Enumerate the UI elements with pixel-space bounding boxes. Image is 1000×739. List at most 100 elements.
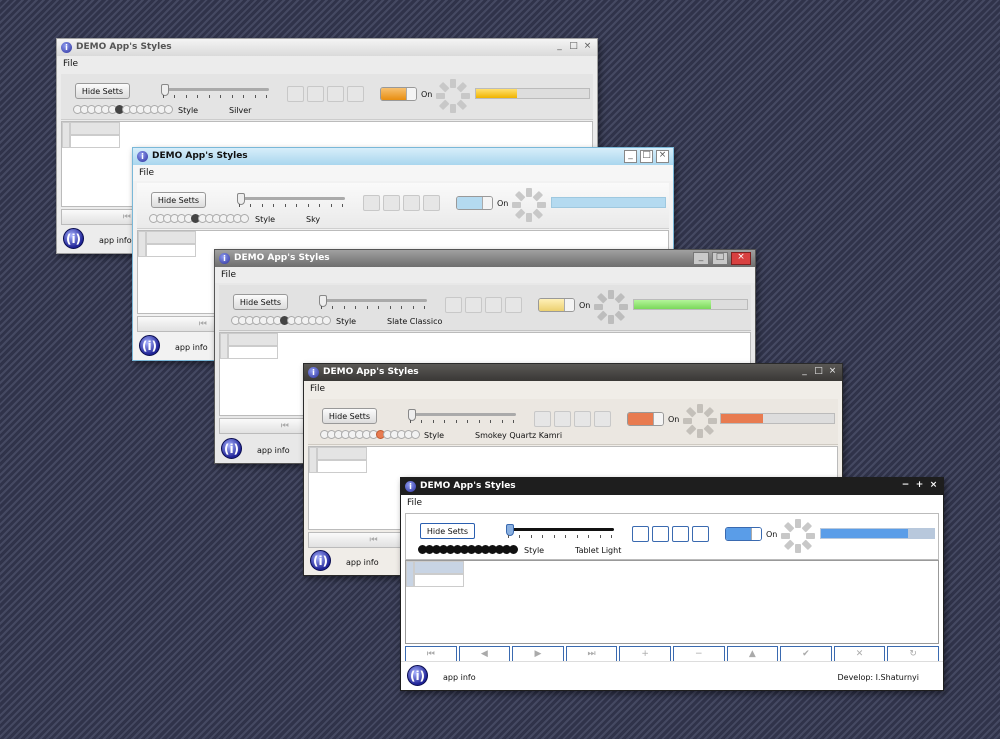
close-button[interactable]: × [582, 41, 593, 52]
gear-icon [436, 79, 470, 113]
toggle-switch[interactable] [627, 412, 664, 426]
maximize-button[interactable]: □ [813, 366, 824, 377]
minimize-button[interactable]: _ [693, 252, 709, 265]
menu-file[interactable]: File [221, 270, 236, 280]
style-slider[interactable] [237, 193, 345, 207]
nav-insert-button[interactable]: + [619, 646, 671, 662]
style-selector[interactable] [320, 430, 420, 439]
menu-bar: File [133, 165, 673, 181]
menu-file[interactable]: File [63, 59, 78, 69]
style-selector[interactable] [149, 214, 249, 223]
maximize-button[interactable]: □ [640, 150, 653, 163]
close-button[interactable]: × [827, 366, 838, 377]
square-buttons[interactable] [632, 526, 709, 542]
style-slider[interactable] [506, 524, 614, 538]
grid-cell[interactable] [414, 561, 464, 574]
progress-fill [821, 529, 908, 538]
gear-icon [594, 290, 628, 324]
hide-setts-button[interactable]: Hide Setts [75, 83, 130, 99]
nav-refresh-button[interactable]: ↻ [887, 646, 939, 662]
close-button[interactable]: × [928, 480, 939, 491]
toggle-label: On [497, 199, 509, 208]
nav-prior-button[interactable]: ◀ [458, 646, 511, 662]
app-info-label: app info [99, 236, 132, 245]
settings-panel: Hide Setts On Style Tablet Light [405, 513, 939, 560]
toggle-switch[interactable] [538, 298, 575, 312]
close-button[interactable]: × [731, 252, 751, 265]
style-slider[interactable] [319, 295, 427, 309]
app-info-label: app info [175, 343, 208, 352]
minimize-button[interactable]: − [900, 480, 911, 491]
window-title: DEMO App's Styles [234, 253, 330, 263]
nav-next-button[interactable]: ▶ [512, 646, 564, 662]
style-label: Style [178, 106, 199, 115]
footer: (i) app info Develop: I.Shaturnyi [401, 661, 943, 690]
title-bar[interactable]: i DEMO App's Styles _ □ × [215, 250, 755, 267]
grid-cell[interactable] [70, 122, 120, 135]
nav-last-button[interactable]: ⏭ [565, 646, 618, 662]
progress-bar [720, 413, 835, 424]
hide-setts-button[interactable]: Hide Setts [233, 294, 288, 310]
style-label: Style [255, 215, 276, 224]
window-title: DEMO App's Styles [76, 42, 172, 52]
progress-fill [476, 89, 517, 98]
toggle-switch[interactable] [725, 527, 762, 541]
nav-post-button[interactable]: ✔ [780, 646, 832, 662]
app-logo: (i) [407, 665, 428, 686]
settings-panel: Hide Setts On Style Slate Classico [219, 285, 751, 331]
style-selector[interactable] [73, 105, 173, 114]
nav-delete-button[interactable]: − [672, 646, 725, 662]
toggle-switch[interactable] [456, 196, 493, 210]
square-buttons[interactable] [445, 297, 522, 313]
close-button[interactable]: × [656, 150, 669, 163]
style-name: Silver [229, 106, 252, 115]
data-grid[interactable] [405, 560, 939, 644]
minimize-button[interactable]: _ [799, 366, 810, 377]
minimize-button[interactable]: _ [624, 150, 637, 163]
style-name: Tablet Light [575, 546, 622, 555]
title-bar[interactable]: i DEMO App's Styles − + × [401, 478, 943, 495]
settings-panel: Hide Setts On Style Sky [137, 183, 669, 229]
square-buttons[interactable] [363, 195, 440, 211]
window-title: DEMO App's Styles [152, 151, 248, 161]
style-slider[interactable] [408, 409, 516, 423]
menu-file[interactable]: File [139, 168, 154, 178]
app-icon: i [137, 151, 148, 162]
gear-icon [512, 188, 546, 222]
style-slider[interactable] [161, 84, 269, 98]
maximize-button[interactable]: □ [712, 252, 728, 265]
style-selector[interactable] [231, 316, 331, 325]
title-bar[interactable]: i DEMO App's Styles _ □ × [133, 148, 673, 165]
toggle-label: On [579, 301, 591, 310]
hide-setts-button[interactable]: Hide Setts [322, 408, 377, 424]
grid-cell[interactable] [317, 447, 367, 460]
grid-cell[interactable] [228, 333, 278, 346]
grid-cell[interactable] [146, 231, 196, 244]
nav-cancel-button[interactable]: ✕ [833, 646, 886, 662]
square-buttons[interactable] [287, 86, 364, 102]
app-icon: i [405, 481, 416, 492]
nav-first-button[interactable]: ⏮ [405, 646, 457, 662]
menu-bar: File [57, 56, 597, 72]
hide-setts-button[interactable]: Hide Setts [420, 523, 475, 539]
nav-edit-button[interactable]: ▲ [726, 646, 779, 662]
window-tablet-light: i DEMO App's Styles − + × File Hide Sett… [400, 477, 944, 691]
maximize-button[interactable]: □ [568, 41, 579, 52]
app-logo: (i) [63, 228, 84, 249]
menu-file[interactable]: File [407, 498, 422, 508]
toggle-label: On [421, 90, 433, 99]
style-name: Smokey Quartz Kamri [475, 431, 563, 440]
square-buttons[interactable] [534, 411, 611, 427]
app-logo: (i) [310, 550, 331, 571]
gear-icon [781, 519, 815, 553]
style-label: Style [424, 431, 445, 440]
maximize-button[interactable]: + [914, 480, 925, 491]
menu-file[interactable]: File [310, 384, 325, 394]
title-bar[interactable]: i DEMO App's Styles _ □ × [304, 364, 842, 381]
hide-setts-button[interactable]: Hide Setts [151, 192, 206, 208]
style-selector[interactable] [418, 545, 518, 554]
app-logo: (i) [221, 438, 242, 459]
minimize-button[interactable]: _ [554, 41, 565, 52]
title-bar[interactable]: i DEMO App's Styles _ □ × [57, 39, 597, 56]
toggle-switch[interactable] [380, 87, 417, 101]
